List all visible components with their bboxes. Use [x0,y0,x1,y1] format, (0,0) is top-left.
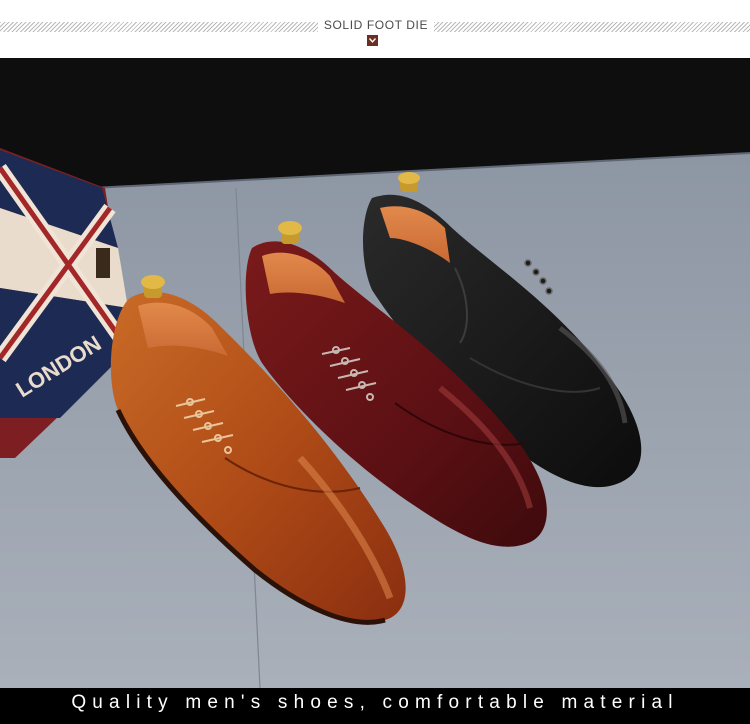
header-rule-right [434,22,750,32]
header-rule-left [0,22,318,32]
section-title: SOLID FOOT DIE [323,18,429,32]
section-header: SOLID FOOT DIE [0,0,750,58]
caption-banner: Quality men's shoes, comfortable materia… [0,688,750,724]
product-photo: LONDON [0,58,750,688]
chevron-down-icon [367,35,378,46]
